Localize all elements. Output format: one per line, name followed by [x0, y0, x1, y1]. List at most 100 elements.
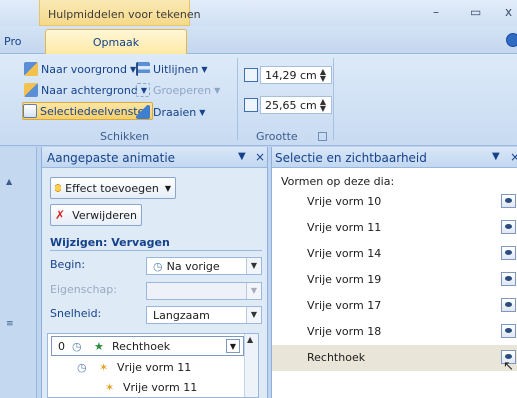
shapes-heading: Vormen op deze dia: [281, 175, 395, 188]
chevron-down-icon: ▼ [214, 85, 221, 95]
shape-row[interactable]: Vrije vorm 19 [272, 267, 517, 293]
shape-width-input[interactable]: 25,65 cm ▲ ▼ [260, 96, 332, 114]
shape-name: Vrije vorm 11 [307, 221, 382, 234]
send-backward-button[interactable]: Naar achtergrond ▼ [24, 81, 147, 99]
tab-partial[interactable]: Pro [4, 35, 21, 48]
send-backward-label: Naar achtergrond [41, 83, 138, 97]
pane-menu-icon[interactable]: ▼ [492, 151, 500, 162]
maximize-button[interactable]: ▭ [470, 5, 481, 19]
start-label: Begin: [50, 258, 86, 271]
minimize-button[interactable]: – [433, 5, 439, 19]
group-separator [333, 58, 334, 140]
speed-select[interactable]: Langzaam ▼ [146, 306, 262, 324]
title-bar: Hulpmiddelen voor tekenen – ▭ x [0, 0, 517, 26]
property-label: Eigenschap: [50, 283, 117, 296]
shape-name: Rechthoek [307, 351, 366, 364]
effect-star-icon: ✶ [105, 380, 115, 394]
ribbon-tab-row: Pro Opmaak [0, 26, 517, 55]
speed-value: Langzaam [153, 309, 210, 322]
divider [50, 250, 262, 251]
selection-pane-label: Selectiedeelvenster [40, 104, 149, 118]
shape-width-icon [244, 98, 258, 112]
eye-icon[interactable] [501, 220, 516, 234]
eye-icon[interactable] [501, 272, 516, 286]
shape-name: Vrije vorm 19 [307, 273, 382, 286]
remove-button[interactable]: ✗ Verwijderen [50, 204, 142, 226]
list-item[interactable]: ✶ Vrije vorm 11 [51, 377, 197, 397]
shape-name: Vrije vorm 18 [307, 325, 382, 338]
clock-icon: ◷ [153, 260, 163, 273]
group-label-grootte: Grootte [256, 130, 298, 143]
list-item[interactable]: ◷ ✶ Vrije vorm 11 [51, 357, 191, 377]
remove-icon: ✗ [55, 208, 66, 222]
align-button[interactable]: Uitlijnen ▼ [136, 60, 207, 78]
group-icon [136, 83, 150, 97]
chevron-down-icon: ▼ [199, 107, 206, 117]
eye-icon[interactable] [501, 298, 516, 312]
shape-name: Vrije vorm 10 [307, 195, 382, 208]
pane-close-icon[interactable]: × [510, 150, 517, 164]
shape-row[interactable]: Rechthoek ↖ [272, 345, 517, 374]
group-label: Groeperen [153, 83, 212, 97]
shape-width-value: 25,65 cm [265, 99, 317, 112]
effect-star-icon: ★ [94, 339, 104, 353]
tab-opmaak[interactable]: Opmaak [45, 29, 187, 55]
shape-row[interactable]: Vrije vorm 18 [272, 319, 517, 345]
selection-visibility-pane: Selectie en zichtbaarheid ▼ × Vormen op … [271, 147, 517, 398]
list-scrollbar[interactable]: ▲ [244, 334, 258, 397]
shape-name: Vrije vorm 17 [307, 299, 382, 312]
spinner-icon[interactable]: ▲ ▼ [320, 98, 326, 113]
slides-strip: ▲ ≡ [0, 147, 37, 398]
group-separator [237, 58, 238, 140]
animation-pane-title: Aangepaste animatie [47, 151, 176, 165]
eye-icon[interactable] [501, 324, 516, 338]
ribbon: Naar voorgrond ▼ Uitlijnen ▼ Naar achtergr… [0, 54, 517, 146]
align-icon [136, 62, 150, 76]
send-backward-icon [24, 83, 38, 97]
shape-height-value: 14,29 cm [265, 69, 317, 82]
shape-name: Vrije vorm 14 [307, 247, 382, 260]
chevron-down-icon: ▼ [201, 64, 208, 74]
context-tab-header: Hulpmiddelen voor tekenen [39, 0, 201, 26]
property-select[interactable]: ▼ [146, 282, 262, 300]
close-button[interactable]: x [505, 5, 512, 19]
scroll-up-icon[interactable]: ▲ [6, 177, 18, 191]
shape-row[interactable]: Vrije vorm 10 [272, 189, 517, 215]
shape-row[interactable]: Vrije vorm 14 [272, 241, 517, 267]
chevron-down-icon[interactable]: ▼ [246, 307, 261, 323]
eye-icon[interactable] [501, 194, 516, 208]
splitter-grip-icon[interactable]: ≡ [6, 319, 14, 329]
rotate-button[interactable]: Draaien ▼ [136, 103, 205, 121]
shape-row[interactable]: Vrije vorm 17 [272, 293, 517, 319]
add-effect-label: Effect toevoegen [65, 181, 159, 195]
group-button[interactable]: Groeperen ▼ [136, 81, 220, 99]
dialog-launcher-icon[interactable] [318, 132, 327, 141]
rotate-label: Draaien [153, 105, 197, 119]
shape-height-icon [244, 68, 258, 82]
chevron-down-icon[interactable]: ▼ [246, 283, 261, 299]
chevron-down-icon[interactable]: ▼ [246, 258, 261, 274]
help-icon[interactable] [506, 33, 517, 47]
pane-close-icon[interactable]: × [255, 150, 265, 164]
selection-pane-header: Selectie en zichtbaarheid ▼ × [272, 147, 517, 168]
animation-list[interactable]: 0 ◷ ★ Rechthoek ▼ ◷ ✶ Vrije vorm 11 ✶ Vr… [47, 333, 259, 398]
start-select[interactable]: ◷ Na vorige ▼ [146, 257, 262, 275]
list-item[interactable]: 0 ◷ ★ Rechthoek ▼ [51, 336, 244, 356]
modify-heading: Wijzigen: Vervagen [50, 236, 170, 249]
spinner-icon[interactable]: ▲ ▼ [320, 68, 326, 83]
list-item-label: Vrije vorm 11 [117, 360, 192, 374]
list-item-label: Vrije vorm 11 [123, 380, 198, 394]
align-label: Uitlijnen [153, 62, 199, 76]
scroll-up-icon[interactable]: ▲ [247, 335, 253, 344]
context-tab-title: Hulpmiddelen voor tekenen [48, 8, 201, 21]
add-effect-button[interactable]: Effect toevoegen ▼ [50, 177, 176, 199]
shape-height-input[interactable]: 14,29 cm ▲ ▼ [260, 66, 332, 84]
chevron-down-icon[interactable]: ▼ [226, 339, 240, 353]
selection-pane-title: Selectie en zichtbaarheid [275, 151, 427, 165]
pane-menu-icon[interactable]: ▼ [238, 151, 246, 162]
shape-row[interactable]: Vrije vorm 11 [272, 215, 517, 241]
selection-pane-button[interactable]: Selectiedeelvenster [22, 102, 153, 120]
eye-icon[interactable] [501, 246, 516, 260]
bring-forward-button[interactable]: Naar voorgrond ▼ [24, 60, 136, 78]
clock-icon: ◷ [77, 360, 87, 374]
